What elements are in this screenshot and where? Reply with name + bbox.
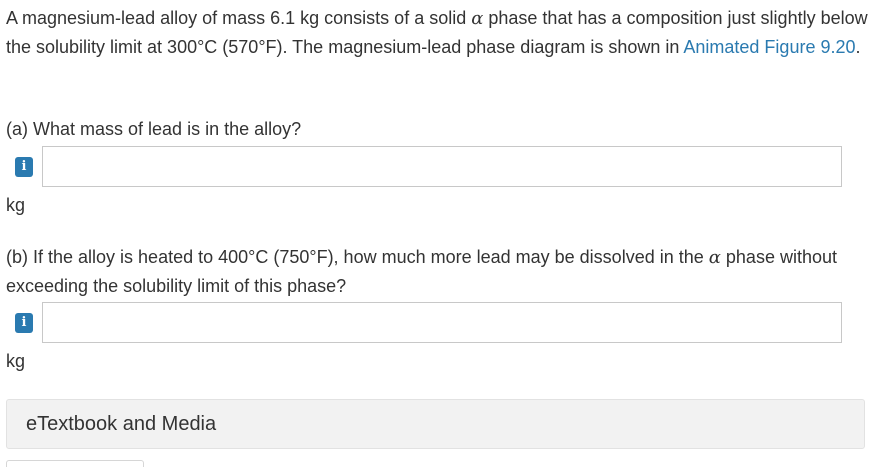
answer-input-b[interactable] <box>42 302 842 343</box>
alpha-symbol: α <box>471 8 484 29</box>
question-b-text-1: (b) If the alloy is heated to 400°C (750… <box>6 247 709 267</box>
answer-row-b: i <box>6 302 842 343</box>
unit-label-a: kg <box>6 195 26 215</box>
problem-statement: A magnesium-lead alloy of mass 6.1 kg co… <box>6 4 872 61</box>
info-button-b[interactable]: i <box>6 302 42 343</box>
animated-figure-link[interactable]: Animated Figure 9.20 <box>683 37 855 57</box>
info-icon: i <box>15 312 33 333</box>
question-page: A magnesium-lead alloy of mass 6.1 kg co… <box>0 0 877 467</box>
intro-text-1: A magnesium-lead alloy of mass 6.1 kg co… <box>6 8 472 28</box>
info-button-a[interactable]: i <box>6 146 42 187</box>
etextbook-media-panel[interactable]: eTextbook and Media <box>6 399 865 449</box>
intro-text-end: . <box>855 37 861 57</box>
info-icon: i <box>15 156 33 177</box>
answer-input-a[interactable] <box>42 146 842 187</box>
partial-button[interactable] <box>6 460 144 467</box>
question-b: (b) If the alloy is heated to 400°C (750… <box>6 243 866 300</box>
alpha-symbol: α <box>708 247 721 268</box>
question-a: (a) What mass of lead is in the alloy? <box>6 119 302 139</box>
unit-label-b: kg <box>6 351 26 371</box>
answer-row-a: i <box>6 146 842 187</box>
